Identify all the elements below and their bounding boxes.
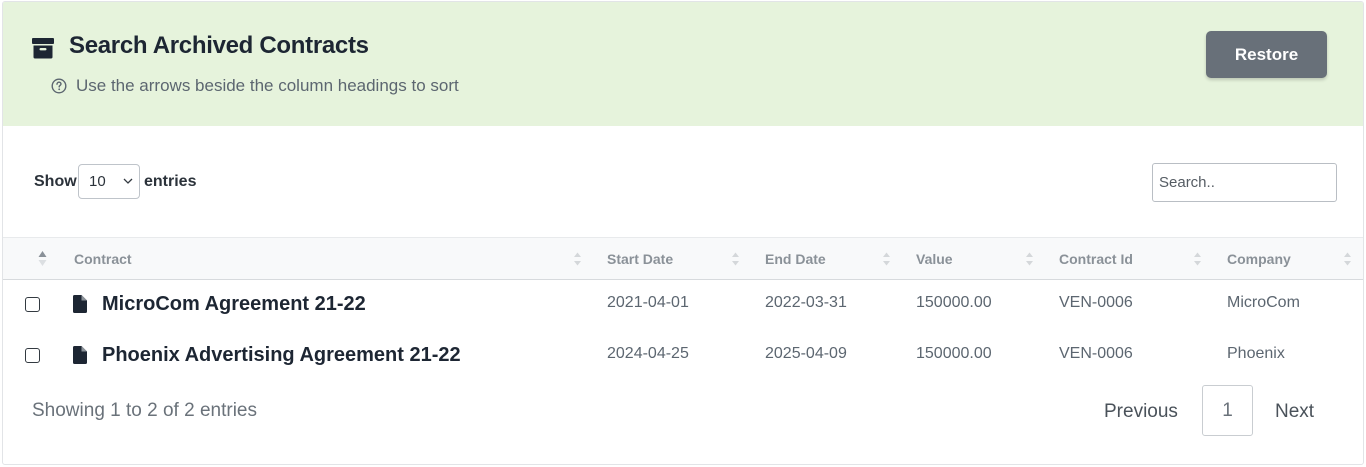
pagination-info: Showing 1 to 2 of 2 entries: [32, 400, 257, 421]
row-checkbox[interactable]: [25, 297, 40, 312]
sort-icon[interactable]: [1193, 251, 1202, 267]
company-cell: MicroCom: [1227, 294, 1300, 311]
column-header-contract-id[interactable]: Contract Id: [1059, 251, 1133, 267]
start-date-cell: 2021-04-01: [607, 294, 689, 311]
contract-id-cell: VEN-0006: [1059, 345, 1133, 362]
file-icon: [73, 346, 87, 364]
show-label: Show: [34, 173, 77, 190]
row-checkbox[interactable]: [25, 348, 40, 363]
entries-select-value: 10: [89, 173, 106, 190]
sort-icon[interactable]: [731, 251, 740, 267]
sort-icon[interactable]: [573, 251, 582, 267]
page-title: Search Archived Contracts: [69, 32, 369, 59]
page-1-button[interactable]: 1: [1202, 385, 1253, 436]
sort-icon[interactable]: [882, 251, 891, 267]
entries-label: entries: [144, 173, 197, 190]
archive-box-icon: [32, 38, 54, 59]
page-header: Search Archived Contracts Use the arrows…: [3, 2, 1363, 126]
end-date-cell: 2025-04-09: [765, 345, 847, 362]
contract-name-link[interactable]: MicroCom Agreement 21-22: [102, 293, 366, 316]
value-cell: 150000.00: [916, 294, 992, 311]
column-header-start-date[interactable]: Start Date: [607, 251, 673, 267]
column-header-end-date[interactable]: End Date: [765, 251, 826, 267]
company-cell: Phoenix: [1227, 345, 1285, 362]
file-icon: [73, 295, 87, 313]
next-page-button[interactable]: Next: [1275, 401, 1314, 423]
entries-per-page-select[interactable]: 10: [78, 164, 140, 199]
contract-name-link[interactable]: Phoenix Advertising Agreement 21-22: [102, 344, 461, 367]
restore-button[interactable]: Restore: [1206, 31, 1327, 78]
column-header-value[interactable]: Value: [916, 251, 953, 267]
contract-id-cell: VEN-0006: [1059, 294, 1133, 311]
sort-icon[interactable]: [1025, 251, 1034, 267]
sort-asc-icon[interactable]: [38, 250, 47, 266]
archived-contracts-card: Search Archived Contracts Use the arrows…: [2, 1, 1364, 465]
column-header-contract[interactable]: Contract: [74, 251, 132, 267]
start-date-cell: 2024-04-25: [607, 345, 689, 362]
sort-help-text: Use the arrows beside the column heading…: [76, 76, 459, 95]
chevron-down-icon: [123, 178, 133, 184]
search-input[interactable]: [1152, 163, 1337, 202]
value-cell: 150000.00: [916, 345, 992, 362]
end-date-cell: 2022-03-31: [765, 294, 847, 311]
column-header-company[interactable]: Company: [1227, 251, 1291, 267]
previous-page-button[interactable]: Previous: [1104, 401, 1178, 423]
sort-icon[interactable]: [1343, 251, 1352, 267]
table-header: Contract Start Date End Date Value Contr…: [3, 237, 1363, 280]
question-circle-icon: [51, 78, 67, 94]
